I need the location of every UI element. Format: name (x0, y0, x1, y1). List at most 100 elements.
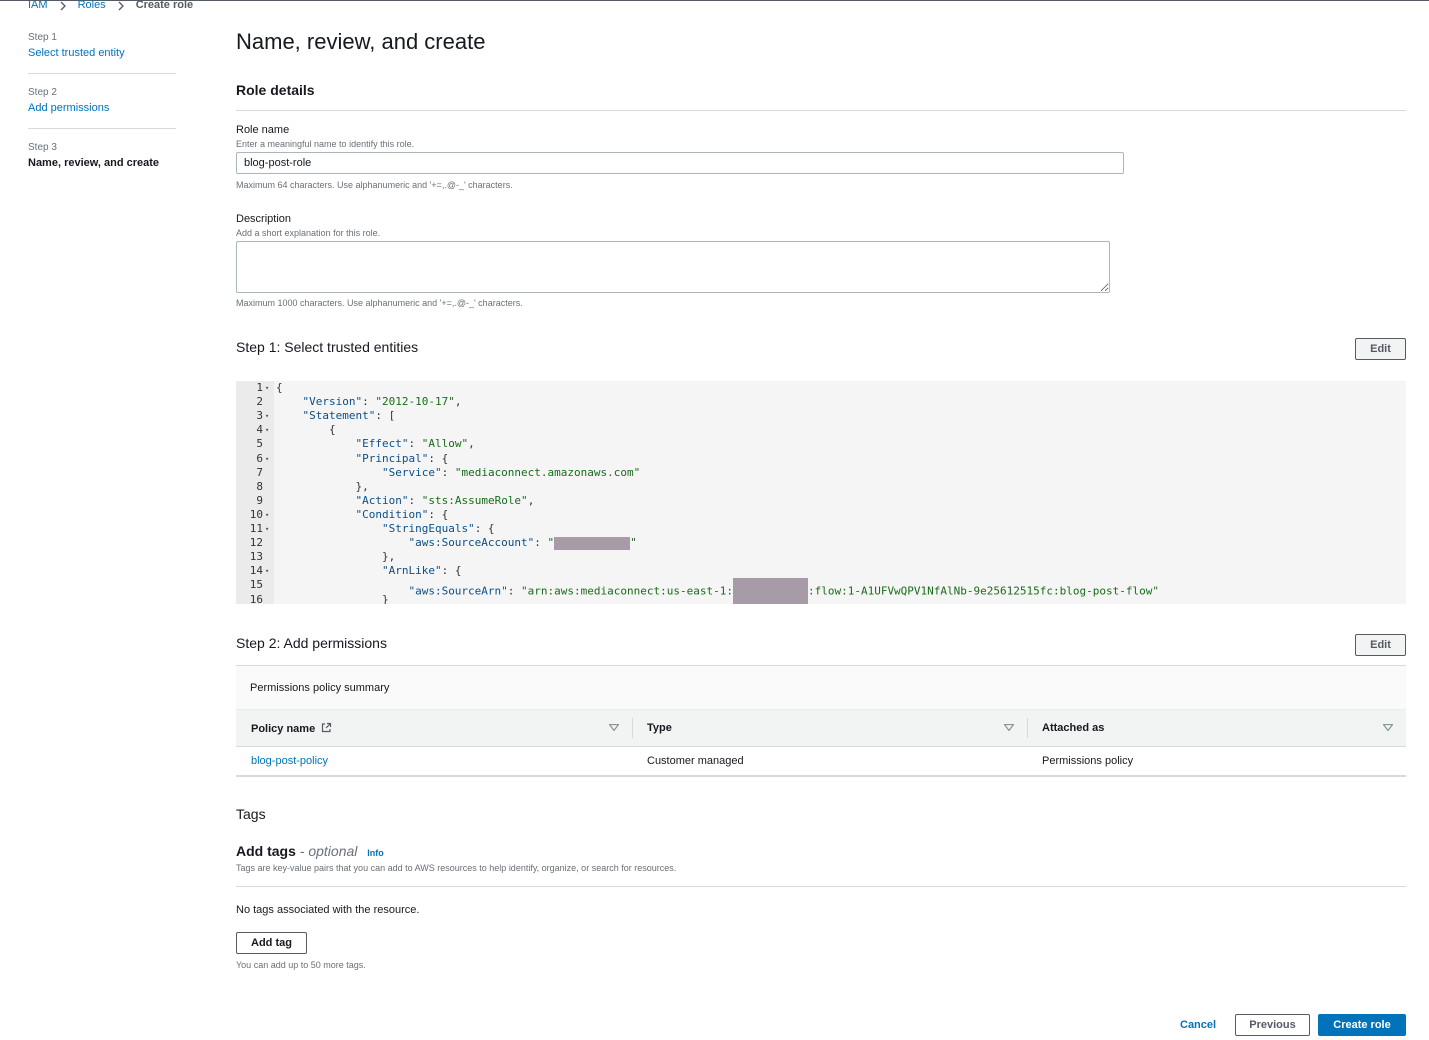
line-number: 3 (256, 409, 263, 423)
description-label: Description (236, 213, 292, 225)
step-number: Step 1 (28, 32, 57, 43)
breadcrumb-current: Create role (135, 0, 194, 11)
code-text: }, (276, 550, 396, 564)
divider (236, 110, 1406, 111)
sort-caret-icon[interactable] (1383, 724, 1393, 731)
line-number: 14 (249, 564, 263, 578)
chevron-right-icon (118, 1, 124, 10)
description-textarea[interactable] (236, 241, 1110, 293)
page-title: Name, review, and create (236, 29, 486, 54)
line-number: 6 (256, 451, 263, 465)
create-role-button[interactable]: Create role (1318, 1014, 1406, 1036)
divider (236, 886, 1406, 887)
policy-link[interactable]: blog-post-policy (251, 755, 328, 767)
step1-heading: Step 1: Select trusted entities (236, 339, 419, 355)
code-text: { (276, 423, 336, 437)
wizard-steps-nav: Step 1 Select trusted entity Step 2 Add … (28, 32, 176, 196)
line-number: 5 (256, 437, 263, 451)
role-name-label: Role name (236, 124, 290, 136)
code-text: "Condition": { (355, 507, 449, 521)
column-policy-name[interactable]: Policy name (251, 722, 332, 735)
chevron-right-icon (60, 1, 66, 10)
tags-description: Tags are key-value pairs that you can ad… (236, 863, 677, 873)
fold-arrow-icon[interactable]: ▾ (265, 423, 269, 437)
description-constraint: Maximum 1000 characters. Use alphanumeri… (236, 298, 523, 308)
wizard-step-3: Step 3 Name, review, and create (28, 142, 176, 183)
external-link-icon (322, 722, 332, 733)
column-type[interactable]: Type (647, 722, 672, 734)
column-separator (1027, 718, 1028, 738)
previous-button[interactable]: Previous (1235, 1014, 1310, 1036)
line-number: 2 (256, 395, 263, 409)
sort-caret-icon[interactable] (1004, 724, 1014, 731)
code-text: "Version": "2012-10-17", (302, 395, 462, 409)
line-number: 16 (249, 592, 263, 605)
table-row: blog-post-policy Customer managed Permis… (236, 746, 1406, 777)
code-text: "StringEquals": { (381, 522, 495, 535)
wizard-step-1: Step 1 Select trusted entity (28, 32, 176, 74)
line-number: 7 (256, 465, 263, 479)
code-text: { (276, 381, 283, 394)
fold-arrow-icon[interactable]: ▾ (265, 508, 269, 522)
add-tags-title: Add tags - optional Info (236, 843, 384, 859)
tags-heading: Tags (236, 806, 266, 822)
attached-as-cell: Permissions policy (1042, 755, 1134, 767)
code-text: "ArnLike": { (381, 564, 462, 578)
step-number: Step 3 (28, 142, 57, 153)
line-number: 9 (256, 493, 263, 507)
line-number: 11 (249, 522, 263, 535)
sort-caret-icon[interactable] (609, 724, 619, 731)
line-number: 13 (249, 550, 263, 564)
line-number: 8 (256, 479, 263, 493)
fold-arrow-icon[interactable]: ▾ (265, 381, 269, 395)
step-link-add-permissions[interactable]: Add permissions (28, 102, 176, 114)
line-number: 1 (256, 381, 263, 394)
step1-edit-button[interactable]: Edit (1355, 338, 1406, 360)
permissions-summary-title: Permissions policy summary (250, 682, 390, 694)
description-hint: Add a short explanation for this role. (236, 228, 381, 238)
role-name-input[interactable] (236, 152, 1124, 174)
role-name-hint: Enter a meaningful name to identify this… (236, 139, 415, 149)
code-text: "Statement": [ (302, 409, 396, 423)
cancel-button[interactable]: Cancel (1166, 1014, 1222, 1036)
fold-arrow-icon[interactable]: ▾ (265, 522, 269, 536)
redacted-value (554, 536, 631, 550)
add-tag-button[interactable]: Add tag (236, 932, 307, 954)
type-cell: Customer managed (647, 755, 744, 767)
line-number: 12 (249, 536, 263, 550)
role-name-constraint: Maximum 64 characters. Use alphanumeric … (236, 180, 513, 190)
code-text: "Action": "sts:AssumeRole", (355, 493, 535, 507)
step-current-label: Name, review, and create (28, 157, 160, 169)
permissions-summary-panel: Permissions policy summary (236, 665, 1406, 709)
trust-policy-code-viewer[interactable]: 1 ▾{2 "Version": "2012-10-17", 3 ▾ "Stateme… (236, 381, 1406, 604)
code-text: } (276, 592, 389, 605)
code-text: }, (276, 479, 369, 493)
policy-table-header: Policy name Type Attached as (236, 709, 1406, 747)
fold-arrow-icon[interactable]: ▾ (265, 452, 269, 466)
redacted-value (732, 578, 808, 604)
policy-name-cell: blog-post-policy (251, 755, 328, 767)
role-details-heading: Role details (236, 82, 315, 98)
fold-arrow-icon[interactable]: ▾ (265, 564, 269, 578)
step2-edit-button[interactable]: Edit (1355, 634, 1406, 656)
wizard-step-2: Step 2 Add permissions (28, 87, 176, 129)
top-border (0, 0, 1429, 1)
code-text: "aws:SourceAccount": " " (408, 536, 637, 550)
code-text: "Service": "mediaconnect.amazonaws.com" (381, 465, 641, 479)
column-attached-as[interactable]: Attached as (1042, 722, 1104, 734)
tags-limit: You can add up to 50 more tags. (236, 960, 366, 970)
breadcrumb-roles[interactable]: Roles (78, 0, 106, 11)
column-separator (632, 718, 633, 738)
fold-arrow-icon[interactable]: ▾ (265, 409, 269, 423)
code-text: "Effect": "Allow", (355, 437, 475, 451)
step-link-select-trusted-entity[interactable]: Select trusted entity (28, 47, 176, 59)
breadcrumb-iam[interactable]: IAM (28, 0, 48, 11)
no-tags-message: No tags associated with the resource. (236, 904, 420, 916)
step-number: Step 2 (28, 87, 57, 98)
line-number: 4 (256, 423, 263, 437)
code-text: "Principal": { (355, 451, 449, 465)
info-link[interactable]: Info (367, 848, 384, 858)
step2-heading: Step 2: Add permissions (236, 635, 387, 651)
line-number: 15 (249, 578, 263, 592)
code-text: "aws:SourceArn": "arn:aws:mediaconnect:u… (276, 578, 1159, 604)
